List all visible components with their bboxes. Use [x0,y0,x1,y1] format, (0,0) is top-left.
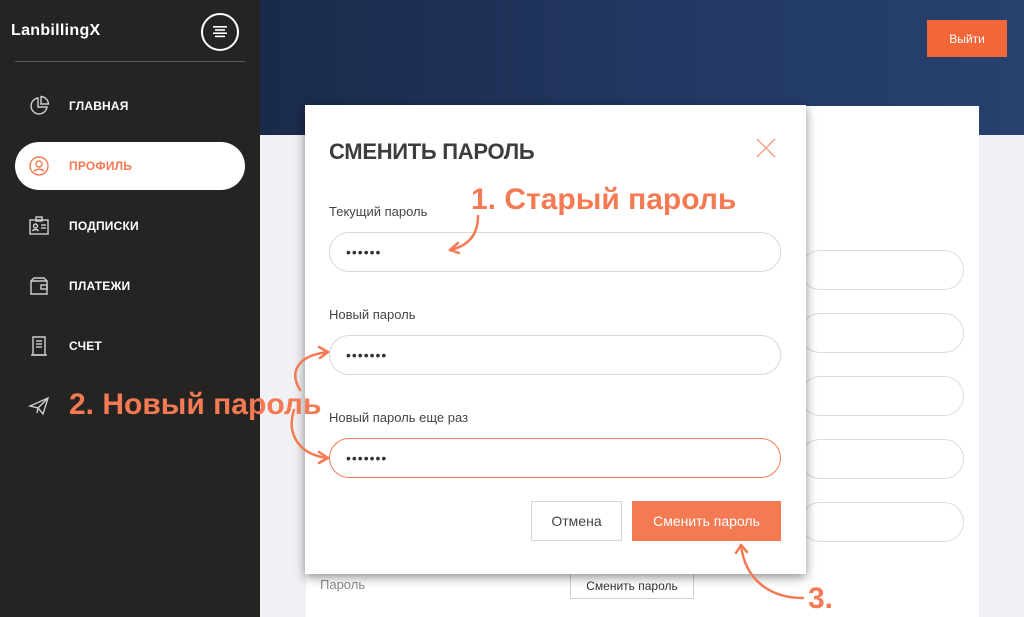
open-change-password-button[interactable]: Сменить пароль [570,572,694,599]
change-password-dialog: СМЕНИТЬ ПАРОЛЬ Текущий пароль Новый паро… [305,105,806,574]
dialog-title: СМЕНИТЬ ПАРОЛЬ [329,139,535,164]
id-card-icon [28,215,50,237]
current-password-label: Текущий пароль [329,204,428,219]
sidebar-item-label: ПРОФИЛЬ [69,159,133,173]
repeat-password-label: Новый пароль еще раз [329,410,469,425]
submit-change-password-button[interactable]: Сменить пароль [632,501,781,541]
current-password-input[interactable] [329,232,781,272]
sidebar-item-payments[interactable]: ПЛАТЕЖИ [15,262,245,310]
menu-toggle-button[interactable] [201,13,239,51]
document-icon [28,335,50,357]
profile-field[interactable] [800,439,964,479]
sidebar-item-label: ГЛАВНАЯ [69,99,129,113]
new-password-label: Новый пароль [329,307,416,322]
sidebar-item-profile[interactable]: ПРОФИЛЬ [15,142,245,190]
brand-logo: LanbillingX [11,22,101,39]
profile-field[interactable] [800,502,964,542]
sidebar-item-label: СЧЕТ [69,339,102,353]
sidebar-divider [15,61,245,62]
cancel-button[interactable]: Отмена [531,501,622,541]
annotation-step-3: 3. [808,582,834,615]
annotation-step-2: 2. Новый пароль [69,388,322,421]
new-password-input[interactable] [329,335,781,375]
menu-icon [213,26,227,38]
user-circle-icon [28,155,50,177]
close-icon[interactable] [755,137,777,159]
sidebar-item-subscriptions[interactable]: ПОДПИСКИ [15,202,245,250]
repeat-password-input[interactable] [329,438,781,478]
profile-field[interactable] [800,376,964,416]
sidebar-item-label: ПЛАТЕЖИ [69,279,131,293]
sidebar-item-label: ПОДПИСКИ [69,219,139,233]
sidebar-item-home[interactable]: ГЛАВНАЯ [15,82,245,130]
profile-field[interactable] [800,313,964,353]
pie-chart-icon [28,95,50,117]
sidebar-item-invoice[interactable]: СЧЕТ [15,322,245,370]
paper-plane-icon [28,395,50,417]
sidebar: LanbillingX ГЛАВНАЯ ПРОФИЛЬ ПОДПИСКИ ПЛА… [0,0,260,617]
wallet-icon [28,275,50,297]
password-label: Пароль [320,577,366,592]
profile-field[interactable] [800,250,964,290]
annotation-step-1: 1. Старый пароль [471,183,737,216]
logout-button[interactable]: Выйти [927,20,1007,57]
